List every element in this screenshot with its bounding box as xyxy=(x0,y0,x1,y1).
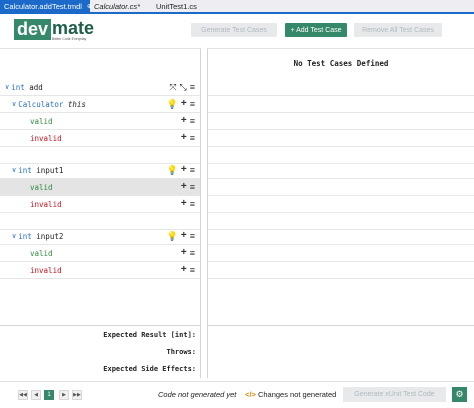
prev-page-icon[interactable]: ◀ xyxy=(31,390,41,400)
grid-row xyxy=(208,179,474,196)
tree-row-input2-valid[interactable]: valid + ≡ xyxy=(0,245,200,262)
grid-row xyxy=(208,162,474,179)
tab-label: Calculator.addTest.tmdl xyxy=(4,1,82,11)
logo-dev: dev xyxy=(14,19,52,40)
grid-row xyxy=(208,262,474,279)
class-valid-label: valid xyxy=(30,116,53,126)
grid-row xyxy=(208,196,474,213)
menu-icon[interactable]: ≡ xyxy=(190,231,195,241)
last-page-icon[interactable]: ▶▶ xyxy=(72,390,82,400)
plus-icon[interactable]: + xyxy=(181,133,187,143)
changes-status: </> Changes not generated xyxy=(245,390,336,399)
code-icon: </> xyxy=(245,390,256,399)
plus-icon[interactable]: + xyxy=(181,165,187,175)
type-label: int xyxy=(18,165,32,175)
remove-all-test-cases-button[interactable]: Remove All Test Cases xyxy=(354,23,442,37)
class-valid-label: valid xyxy=(30,248,53,258)
tab-calculator-cs[interactable]: Calculator.cs* xyxy=(90,0,152,12)
menu-icon[interactable]: ≡ xyxy=(190,99,195,109)
logo-mate: mate xyxy=(52,18,95,38)
collapse-icon[interactable]: ⤡ xyxy=(180,82,187,92)
class-invalid-label: invalid xyxy=(30,133,62,143)
parameter-tree-panel: ∨ int add ⤧ ⤡ ≡ ∨ Calculator this 💡 + ≡ … xyxy=(0,48,201,378)
first-page-icon[interactable]: ◀◀ xyxy=(18,390,28,400)
lightbulb-icon[interactable]: 💡 xyxy=(167,165,178,175)
side-effects-label: Expected Side Effects: xyxy=(103,365,196,373)
param-name: add xyxy=(29,82,43,92)
tree-row-input1[interactable]: ∨ int input1 💡 + ≡ xyxy=(0,162,200,179)
param-name: input2 xyxy=(36,231,64,241)
expected-result-label: Expected Result [int]: xyxy=(103,331,196,339)
menu-icon[interactable]: ≡ xyxy=(190,82,195,92)
plus-icon[interactable]: + xyxy=(181,231,187,241)
add-test-case-button[interactable]: + Add Test Case xyxy=(285,23,347,37)
chevron-down-icon[interactable]: ∨ xyxy=(12,232,16,240)
tree-row-input2[interactable]: ∨ int input2 💡 + ≡ xyxy=(0,228,200,245)
plus-icon[interactable]: + xyxy=(181,99,187,109)
menu-icon[interactable]: ≡ xyxy=(190,248,195,258)
generate-xunit-button[interactable]: Generate xUnit Test Code xyxy=(343,387,446,402)
menu-icon[interactable]: ≡ xyxy=(190,199,195,209)
chevron-down-icon[interactable]: ∨ xyxy=(12,166,16,174)
tab-underline xyxy=(0,12,474,14)
grid-row xyxy=(208,130,474,147)
code-status-text: Code not generated yet xyxy=(158,390,237,399)
menu-icon[interactable]: ≡ xyxy=(190,116,195,126)
generate-test-cases-button[interactable]: Generate Test Cases xyxy=(191,23,277,37)
type-label: Calculator xyxy=(18,99,64,109)
param-name: input1 xyxy=(36,165,64,175)
menu-icon[interactable]: ≡ xyxy=(190,133,195,143)
plus-icon[interactable]: + xyxy=(181,116,187,126)
test-cases-panel: No Test Cases Defined xyxy=(207,48,474,378)
tree-row-input1-invalid[interactable]: invalid + ≡ xyxy=(0,196,200,213)
next-page-icon[interactable]: ▶ xyxy=(59,390,69,400)
tab-label: Calculator.cs* xyxy=(94,1,140,11)
tree-row-method[interactable]: ∨ int add ⤧ ⤡ ≡ xyxy=(0,79,200,96)
plus-icon[interactable]: + xyxy=(181,199,187,209)
divider xyxy=(207,325,474,326)
param-name: this xyxy=(67,99,86,109)
logo-tagline: Better Code Everyday xyxy=(52,37,87,41)
grid-row xyxy=(208,96,474,113)
tree-row-calculator-valid[interactable]: valid + ≡ xyxy=(0,113,200,130)
lightbulb-icon[interactable]: 💡 xyxy=(167,99,178,109)
grid-row xyxy=(208,245,474,262)
editor-tab-bar: Calculator.addTest.tmdl ⊕ ✕ Calculator.c… xyxy=(0,0,474,12)
tree-row-input1-valid[interactable]: valid + ≡ xyxy=(0,179,200,196)
class-invalid-label: invalid xyxy=(30,199,62,209)
class-valid-label: valid xyxy=(30,182,53,192)
menu-icon[interactable]: ≡ xyxy=(190,182,195,192)
type-label: int xyxy=(11,82,25,92)
tree-row-calculator-invalid[interactable]: invalid + ≡ xyxy=(0,130,200,147)
page-current[interactable]: 1 xyxy=(44,390,54,400)
lightbulb-icon[interactable]: 💡 xyxy=(167,231,178,241)
throws-label: Throws: xyxy=(166,348,196,356)
footer-bar: ◀◀ ◀ 1 ▶ ▶▶ Code not generated yet </> C… xyxy=(0,381,474,408)
chevron-down-icon[interactable]: ∨ xyxy=(12,100,16,108)
gear-icon[interactable]: ⚙ xyxy=(452,387,467,402)
plus-icon[interactable]: + xyxy=(181,265,187,275)
no-test-cases-message: No Test Cases Defined xyxy=(293,59,389,68)
menu-icon[interactable]: ≡ xyxy=(190,265,195,275)
plus-icon[interactable]: + xyxy=(181,182,187,192)
changes-status-text: Changes not generated xyxy=(257,390,337,399)
menu-icon[interactable]: ≡ xyxy=(190,165,195,175)
class-invalid-label: invalid xyxy=(30,265,62,275)
plus-icon[interactable]: + xyxy=(181,248,187,258)
type-label: int xyxy=(18,231,32,241)
divider xyxy=(0,325,201,326)
expand-icon[interactable]: ⤧ xyxy=(169,82,176,92)
grid-row xyxy=(208,228,474,245)
grid-row xyxy=(208,79,474,96)
devmate-logo: dev mate Better Code Everyday xyxy=(14,19,94,41)
tab-calculator-addtest[interactable]: Calculator.addTest.tmdl ⊕ ✕ xyxy=(0,0,103,12)
tab-label: UnitTest1.cs xyxy=(156,1,197,11)
grid-row xyxy=(208,113,474,130)
tab-unittest1[interactable]: UnitTest1.cs xyxy=(152,0,212,12)
tree-row-calculator[interactable]: ∨ Calculator this 💡 + ≡ xyxy=(0,96,200,113)
tree-row-input2-invalid[interactable]: invalid + ≡ xyxy=(0,262,200,279)
chevron-down-icon[interactable]: ∨ xyxy=(5,83,9,91)
